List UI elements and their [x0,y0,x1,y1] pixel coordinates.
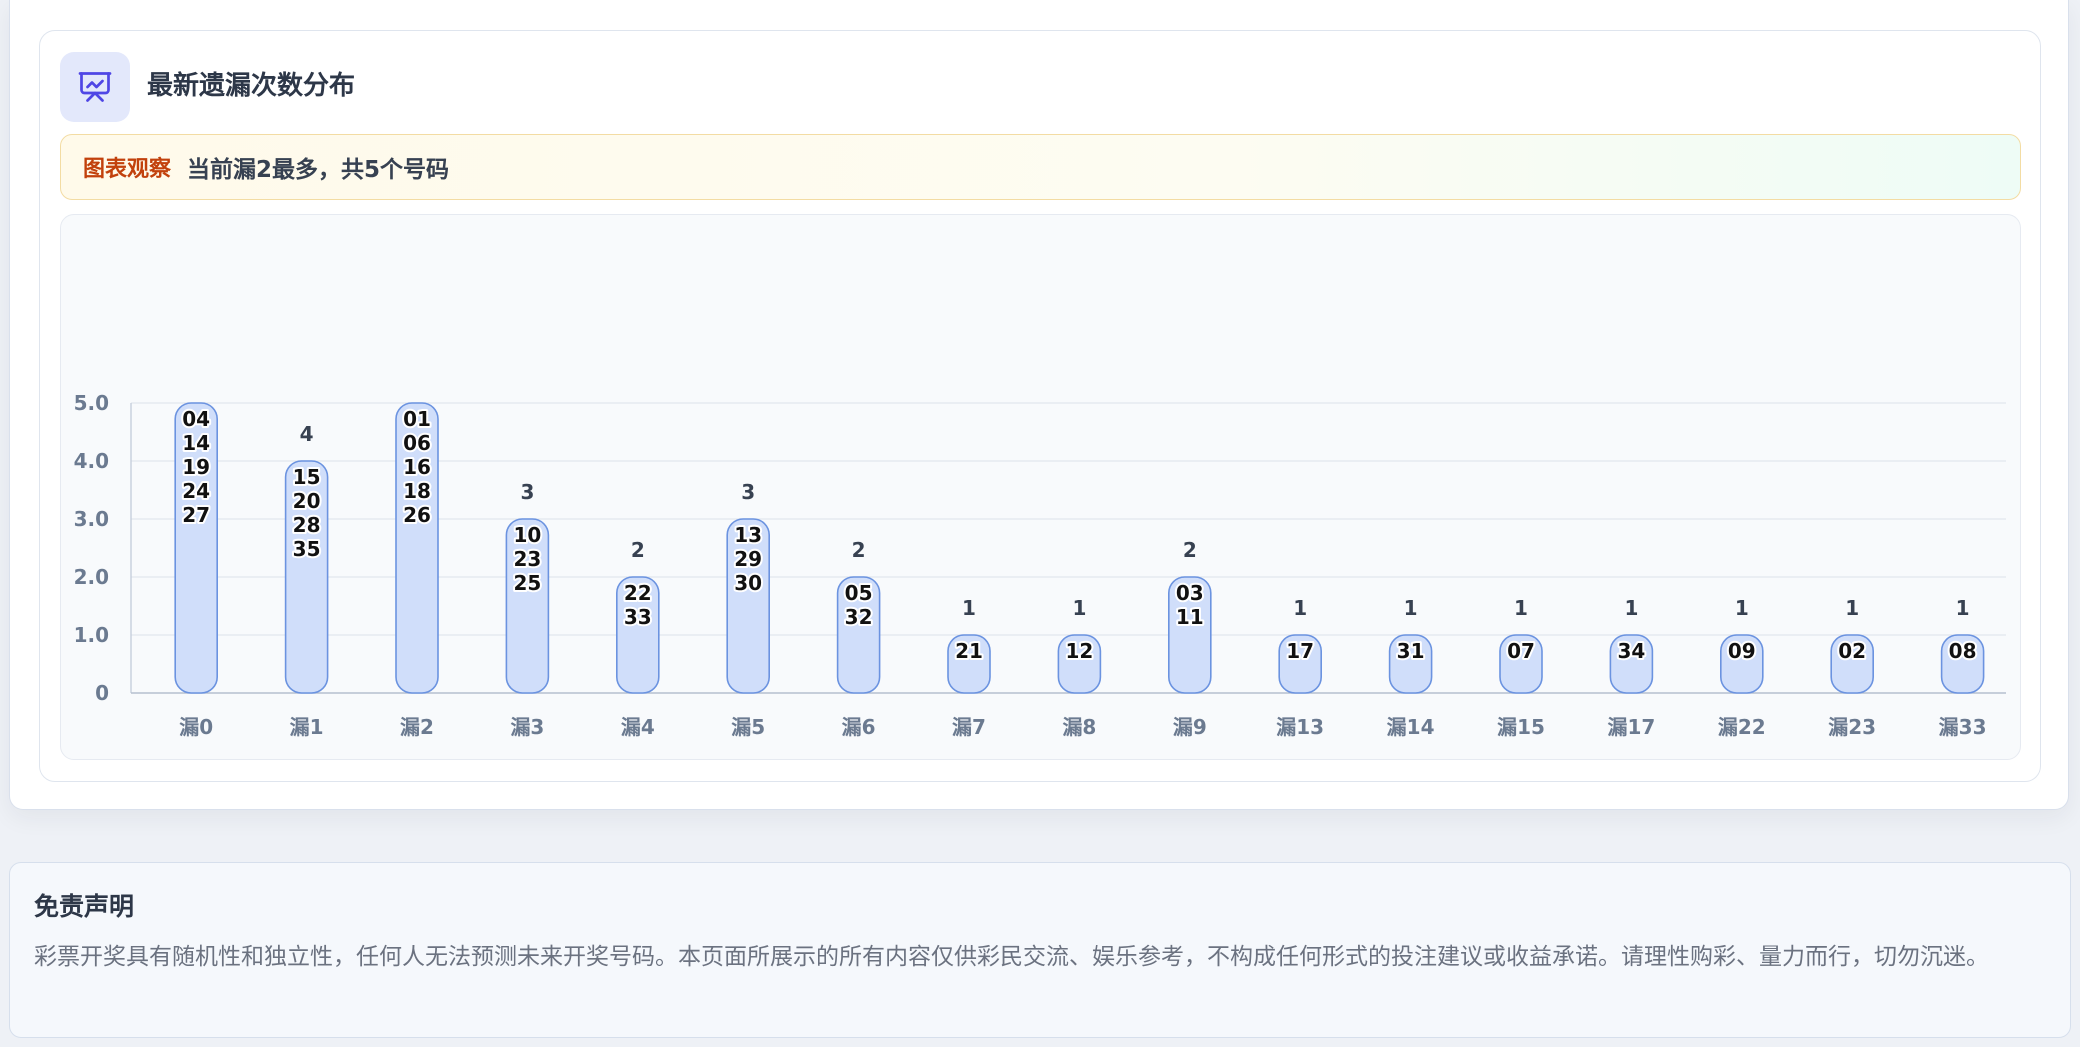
bar-value-label: 3 [520,480,534,504]
y-tick-label: 1.0 [74,623,109,647]
x-tick-label: 漏1 [290,715,324,739]
y-tick-label: 3.0 [74,507,109,531]
card-title: 最新遗漏次数分布 [147,71,356,101]
omission-bar-chart: 0 1.0 2.0 3.0 4.0 5.0 0414192427 漏0 4 15202835 漏1 0… [74,391,2006,739]
x-tick-label: 漏4 [621,715,655,739]
bar-number-label: 31 [1397,639,1425,663]
bar-number-label: 15 [293,465,321,489]
insight-text: 当前漏2最多，共5个号码 [187,157,450,183]
bar-number-label: 28 [293,513,321,537]
disclaimer-text: 彩票开奖具有随机性和独立性，任何人无法预测未来开奖号码。本页面所展示的所有内容仅… [34,944,1989,970]
y-tick-label: 5.0 [74,391,109,415]
bar-number-label: 21 [955,639,983,663]
chart-presentation-icon [60,52,130,122]
bar-value-label: 2 [1183,538,1197,562]
bar-number-label: 06 [403,431,431,455]
x-tick-label: 漏3 [510,715,544,739]
x-tick-label: 漏15 [1497,715,1545,739]
bar-number-label: 17 [1286,639,1314,663]
x-tick-label: 漏5 [731,715,765,739]
bar-number-label: 09 [1728,639,1756,663]
insight-banner: 图表观察 当前漏2最多，共5个号码 [60,134,2021,200]
x-tick-label: 漏9 [1173,715,1207,739]
x-tick-label: 漏0 [179,715,213,739]
bar-number-label: 29 [734,547,762,571]
bar-number-label: 20 [293,489,321,513]
bar-value-label: 1 [1624,596,1638,620]
bar-number-label: 13 [734,523,762,547]
bar-number-label: 08 [1949,639,1977,663]
x-tick-label: 漏13 [1276,715,1324,739]
y-tick-label: 4.0 [74,449,109,473]
bar-number-label: 10 [513,523,541,547]
bar-value-label: 3 [741,480,755,504]
bar-value-label: 1 [1404,596,1418,620]
x-tick-label: 漏8 [1062,715,1096,739]
bar-number-label: 12 [1065,639,1093,663]
bar-number-label: 23 [513,547,541,571]
disclaimer-panel: 免责声明 彩票开奖具有随机性和独立性，任何人无法预测未来开奖号码。本页面所展示的… [9,862,2071,1038]
bar-number-label: 34 [1617,639,1645,663]
x-tick-label: 漏23 [1828,715,1876,739]
bar-value-label: 1 [1956,596,1970,620]
bar-value-label: 1 [1293,596,1307,620]
bar-number-label: 07 [1507,639,1535,663]
bar-number-label: 27 [182,503,210,527]
bar-number-label: 32 [845,605,873,629]
bar-value-label: 1 [1514,596,1528,620]
x-tick-label: 漏7 [952,715,986,739]
bar-value-label: 1 [1735,596,1749,620]
bar-value-label: 1 [1845,596,1859,620]
bar-number-label: 22 [624,581,652,605]
bar-number-label: 25 [513,571,541,595]
bar-number-label: 35 [293,537,321,561]
bar-number-label: 33 [624,605,652,629]
bar-number-label: 30 [734,571,762,595]
bar-number-label: 11 [1176,605,1204,629]
x-tick-label: 漏2 [400,715,434,739]
bar-number-label: 04 [182,407,210,431]
bar-number-label: 05 [845,581,873,605]
y-tick-label: 2.0 [74,565,109,589]
x-tick-label: 漏33 [1939,715,1987,739]
bar-number-label: 24 [182,479,210,503]
bar-number-label: 02 [1838,639,1866,663]
x-tick-label: 漏17 [1607,715,1655,739]
x-tick-label: 漏14 [1387,715,1435,739]
bar-value-label: 2 [852,538,866,562]
bar-number-label: 18 [403,479,431,503]
bar-value-label: 2 [631,538,645,562]
bar-value-label: 1 [962,596,976,620]
bar-number-label: 16 [403,455,431,479]
plot-area: 0 1.0 2.0 3.0 4.0 5.0 04 14 19 24 27 漏0 4 15 20 28 35 漏1 0… [60,214,2021,760]
bar-value-label: 1 [1072,596,1086,620]
bar-number-label: 01 [403,407,431,431]
bar-number-label: 14 [182,431,210,455]
insight-tag: 图表观察 [83,157,172,182]
bar-number-label: 19 [182,455,210,479]
bar-value-label: 4 [300,422,314,446]
y-tick-label: 0 [95,681,109,705]
x-tick-label: 漏22 [1718,715,1766,739]
bar-number-label: 26 [403,503,431,527]
x-tick-label: 漏6 [842,715,876,739]
bar-number-label: 03 [1176,581,1204,605]
disclaimer-title: 免责声明 [34,892,135,921]
